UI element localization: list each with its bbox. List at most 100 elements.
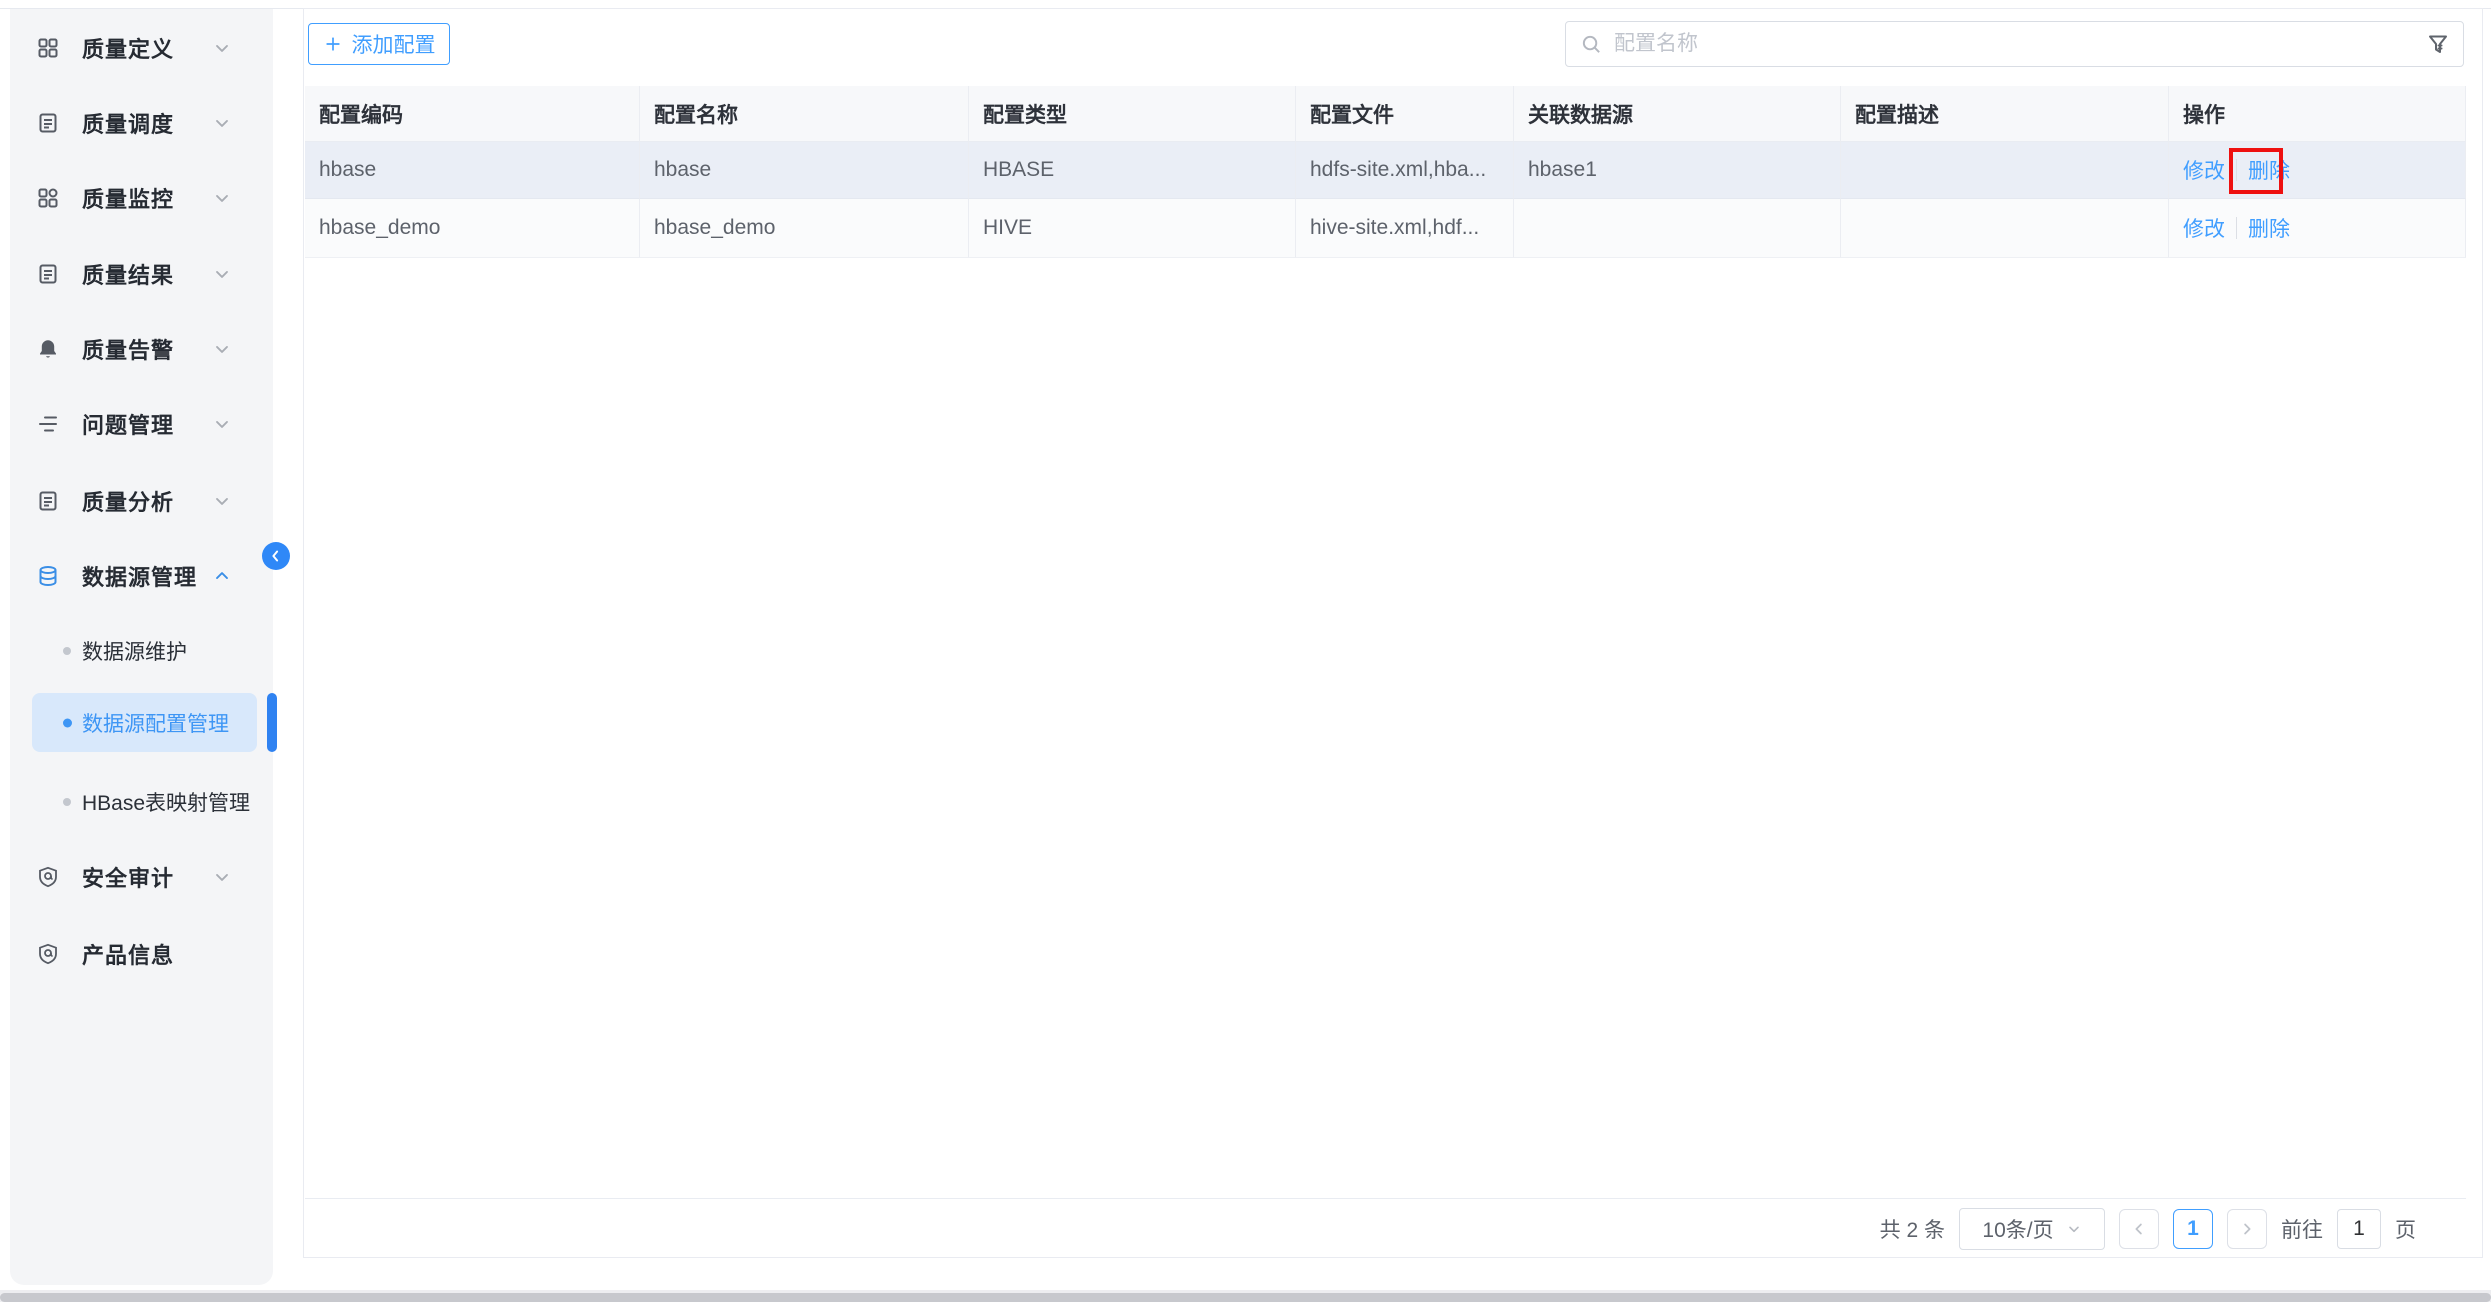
filter-funnel-icon[interactable] [2426, 32, 2450, 56]
cell-config-description [1841, 199, 2169, 258]
grid-icon [36, 36, 60, 60]
shield-icon [36, 942, 60, 966]
col-header-actions: 操作 [2169, 86, 2466, 142]
cell-linked-datasource [1514, 199, 1841, 258]
shield-icon [36, 865, 60, 889]
sidebar-collapse-button[interactable] [262, 542, 290, 570]
goto-page-input[interactable] [2337, 1209, 2381, 1249]
sidebar-subitem-label: HBase表映射管理 [82, 787, 250, 817]
sidebar: 质量定义 质量调度 质量监控 质量结果 [10, 9, 273, 1285]
cell-config-description [1841, 142, 2169, 199]
add-config-button[interactable]: 添加配置 [308, 23, 450, 65]
bullet-dot-icon [63, 798, 71, 806]
sidebar-item-label: 产品信息 [82, 938, 174, 970]
total-count-label: 共 2 条 [1880, 1214, 1945, 1244]
delete-link[interactable]: 删除 [2248, 213, 2290, 243]
modify-link[interactable]: 修改 [2183, 155, 2225, 185]
horizontal-scrollbar [0, 1290, 2491, 1302]
col-header-config-name: 配置名称 [640, 86, 969, 142]
chevron-down-icon [212, 38, 232, 58]
cell-config-type: HIVE [969, 199, 1296, 258]
chevron-down-icon [212, 264, 232, 284]
sidebar-subitem-hbase-table-mapping[interactable]: HBase表映射管理 [10, 774, 273, 830]
cell-config-file: hdfs-site.xml,hba... [1296, 142, 1514, 199]
database-icon [36, 564, 60, 588]
sidebar-item-quality-monitoring[interactable]: 质量监控 [10, 170, 273, 226]
pagination: 共 2 条 10条/页 1 前往 页 [1880, 1207, 2416, 1251]
sidebar-item-product-info[interactable]: 产品信息 [10, 926, 273, 982]
cell-actions: 修改 删除 [2169, 142, 2466, 199]
col-header-linked-datasource: 关联数据源 [1514, 86, 1841, 142]
col-header-config-code: 配置编码 [305, 86, 640, 142]
config-table: 配置编码 配置名称 配置类型 配置文件 关联数据源 配置描述 操作 hbase … [305, 86, 2466, 258]
col-header-config-description: 配置描述 [1841, 86, 2169, 142]
chevron-down-icon [212, 414, 232, 434]
sidebar-item-label: 问题管理 [82, 408, 174, 440]
active-menu-indicator [267, 693, 277, 752]
next-page-button[interactable] [2227, 1209, 2267, 1249]
page-number-button[interactable]: 1 [2173, 1209, 2213, 1249]
document-icon [36, 489, 60, 513]
table-row: hbase_demo hbase_demo HIVE hive-site.xml… [305, 199, 2466, 258]
document-icon [36, 111, 60, 135]
chevron-up-icon [212, 566, 232, 586]
table-header-row: 配置编码 配置名称 配置类型 配置文件 关联数据源 配置描述 操作 [305, 86, 2466, 142]
prev-page-button[interactable] [2119, 1209, 2159, 1249]
col-header-config-type: 配置类型 [969, 86, 1296, 142]
sidebar-item-quality-analysis[interactable]: 质量分析 [10, 473, 273, 529]
chevron-left-icon [2130, 1220, 2148, 1238]
search-box [1565, 21, 2464, 67]
chevron-down-icon [212, 188, 232, 208]
cell-config-code: hbase_demo [305, 199, 640, 258]
sidebar-subitem-label: 数据源配置管理 [82, 708, 229, 738]
action-divider [2236, 159, 2237, 181]
sidebar-item-issue-management[interactable]: 问题管理 [10, 396, 273, 452]
chevron-down-icon [212, 113, 232, 133]
cell-config-file: hive-site.xml,hdf... [1296, 199, 1514, 258]
chevron-right-icon [2238, 1220, 2256, 1238]
cell-config-type: HBASE [969, 142, 1296, 199]
sidebar-subitem-label: 数据源维护 [82, 636, 187, 666]
col-header-config-file: 配置文件 [1296, 86, 1514, 142]
document-icon [36, 262, 60, 286]
page-unit-label: 页 [2395, 1214, 2416, 1244]
bullet-dot-icon [63, 718, 72, 727]
monitor-grid-icon [36, 186, 60, 210]
goto-label: 前往 [2281, 1214, 2323, 1244]
cell-actions: 修改 删除 [2169, 199, 2466, 258]
sidebar-item-label: 质量结果 [82, 258, 174, 290]
search-icon [1580, 33, 1603, 56]
sidebar-subitem-datasource-maintenance[interactable]: 数据源维护 [10, 623, 273, 679]
sidebar-item-quality-results[interactable]: 质量结果 [10, 246, 273, 302]
sidebar-item-label: 质量监控 [82, 182, 174, 214]
horizontal-scrollbar-thumb[interactable] [0, 1293, 2491, 1302]
list-lines-icon [36, 412, 60, 436]
sidebar-item-quality-alerts[interactable]: 质量告警 [10, 321, 273, 377]
delete-link[interactable]: 删除 [2248, 155, 2290, 185]
bullet-dot-icon [63, 647, 71, 655]
sidebar-item-label: 质量分析 [82, 485, 174, 517]
sidebar-subitem-datasource-config-management[interactable]: 数据源配置管理 [32, 693, 257, 752]
plus-icon [323, 34, 343, 54]
chevron-down-icon [212, 867, 232, 887]
chevron-down-icon [2066, 1221, 2082, 1237]
page-size-value: 10条/页 [1982, 1214, 2053, 1244]
page-size-select[interactable]: 10条/页 [1959, 1208, 2105, 1250]
table-row: hbase hbase HBASE hdfs-site.xml,hba... h… [305, 142, 2466, 199]
chevron-down-icon [212, 491, 232, 511]
modify-link[interactable]: 修改 [2183, 213, 2225, 243]
action-divider [2236, 217, 2237, 239]
sidebar-item-datasource-management[interactable]: 数据源管理 [10, 548, 273, 604]
sidebar-item-label: 质量调度 [82, 107, 174, 139]
sidebar-item-label: 质量定义 [82, 32, 174, 64]
sidebar-item-quality-scheduling[interactable]: 质量调度 [10, 95, 273, 151]
chevron-left-icon [267, 547, 285, 565]
sidebar-item-quality-definition[interactable]: 质量定义 [10, 20, 273, 76]
add-config-label: 添加配置 [352, 29, 436, 59]
search-input[interactable] [1614, 22, 2394, 66]
sidebar-item-security-audit[interactable]: 安全审计 [10, 849, 273, 905]
bell-icon [36, 337, 60, 361]
cell-config-name: hbase [640, 142, 969, 199]
cell-config-name: hbase_demo [640, 199, 969, 258]
cell-linked-datasource: hbase1 [1514, 142, 1841, 199]
